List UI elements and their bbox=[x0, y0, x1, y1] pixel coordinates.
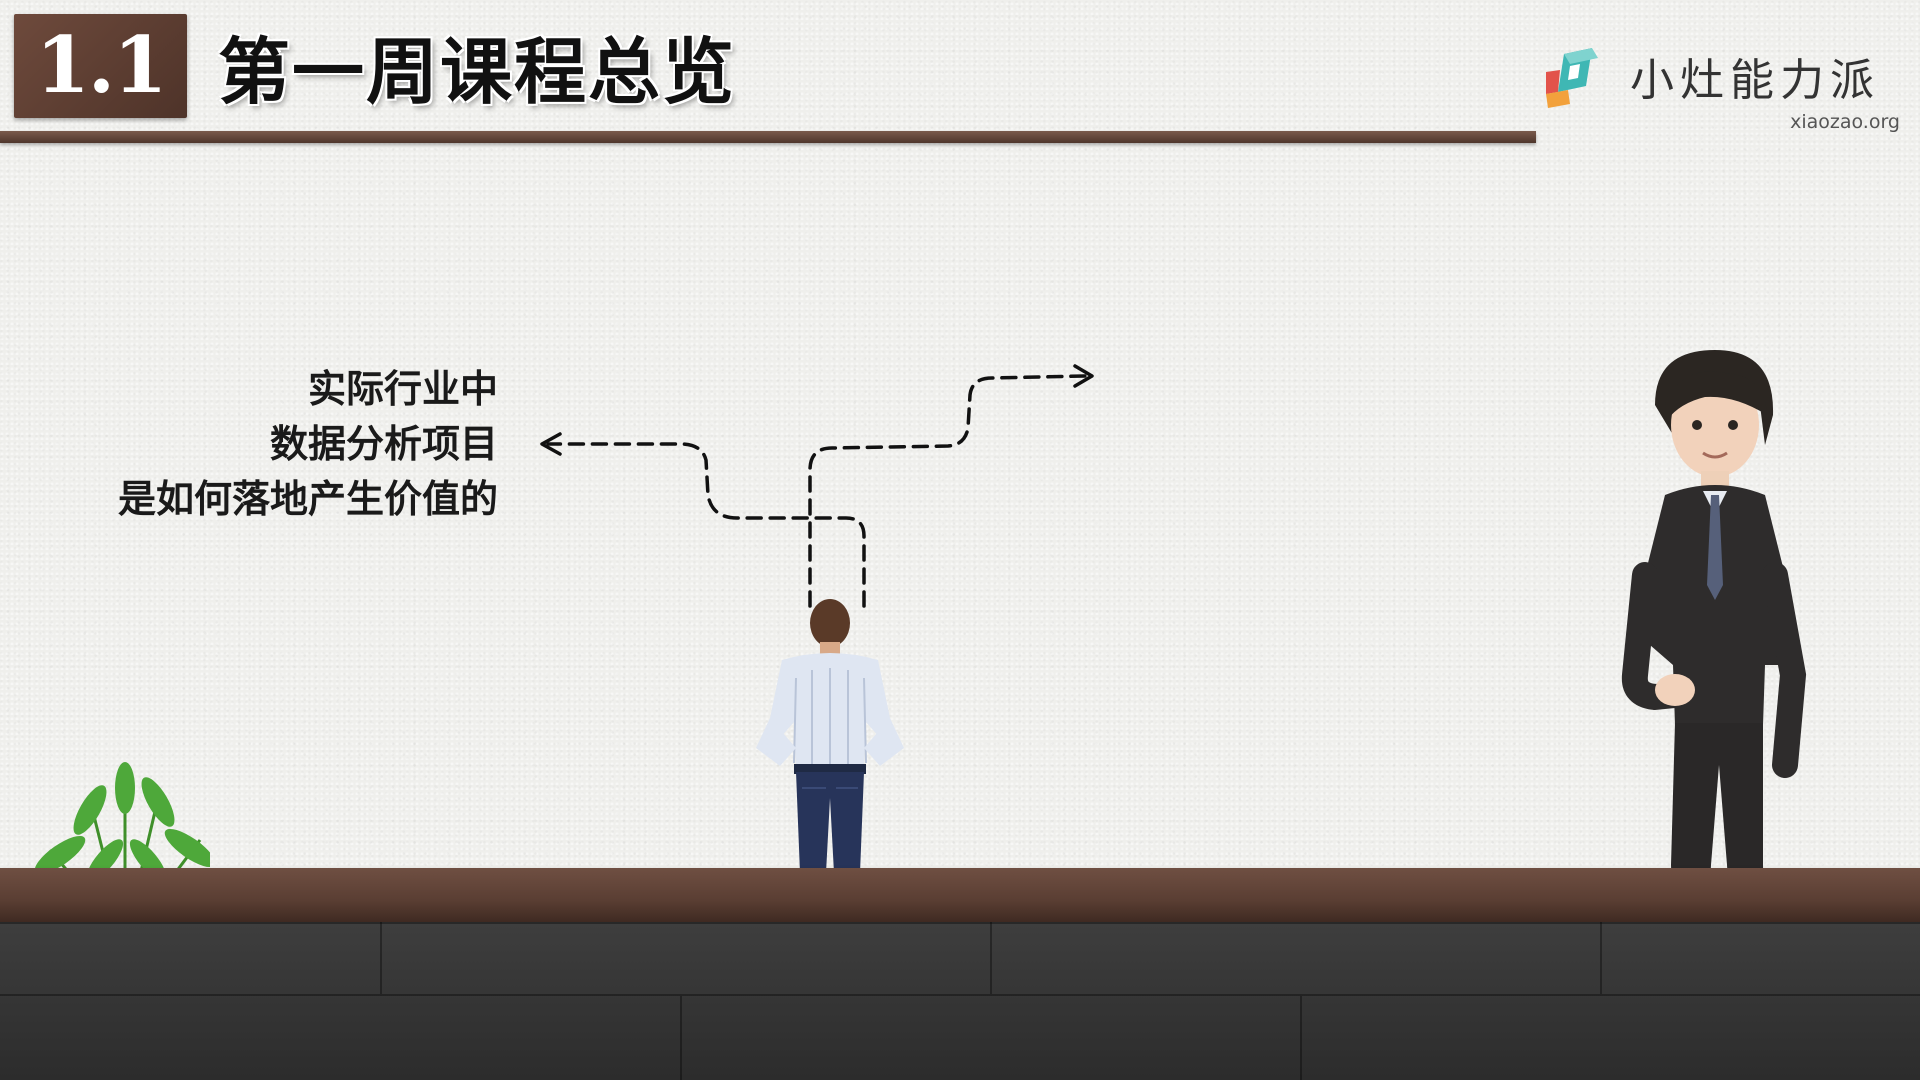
path-right-up bbox=[808, 374, 1087, 608]
path-left bbox=[546, 442, 866, 608]
baseboard bbox=[0, 868, 1920, 922]
floor bbox=[0, 922, 1920, 1080]
person-from-behind-illustration bbox=[756, 599, 904, 873]
